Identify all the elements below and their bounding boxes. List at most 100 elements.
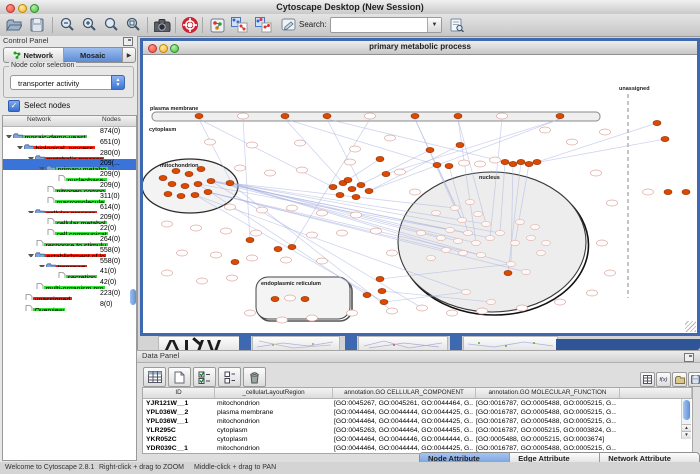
cell-cellular-component[interactable]: [GO:0045263, GO:0044464, GO:0044455, G..… — [331, 426, 473, 435]
tab-network[interactable]: Network — [4, 48, 64, 62]
tree-row-cell-communicat[interactable]: cell communicat22(0) — [3, 224, 136, 235]
gene-label-node[interactable] — [238, 113, 249, 119]
background-window-edge[interactable] — [450, 336, 462, 351]
cell-region[interactable]: mitochondrion — [214, 399, 331, 408]
gene-label-node[interactable] — [235, 165, 246, 171]
gene-node[interactable] — [363, 292, 371, 297]
gene-node[interactable] — [380, 299, 388, 304]
tree-row-nucleobase-[interactable]: nucleobase-209(0) — [3, 170, 136, 181]
gene-label-node[interactable] — [365, 113, 376, 119]
gene-node[interactable] — [164, 191, 172, 196]
gene-node[interactable] — [281, 113, 289, 118]
nucleus-gene-node[interactable] — [446, 227, 455, 232]
nucleus-gene-node[interactable] — [516, 219, 525, 224]
gene-label-node[interactable] — [337, 230, 348, 236]
nucleus-gene-node[interactable] — [432, 210, 441, 215]
cell-id[interactable]: YKR052C — [143, 435, 214, 444]
gene-node[interactable] — [329, 184, 337, 189]
table-row[interactable]: YPL036W__1mitochondrion[GO:0044464, GO:0… — [143, 417, 692, 426]
open-folder-icon[interactable] — [4, 16, 24, 34]
column-header-molecular-function[interactable]: annotation.GO MOLECULAR_FUNCTION — [476, 388, 620, 398]
gene-node[interactable] — [177, 193, 185, 198]
tree-row-metabolic-process[interactable]: metabolic process280(0) — [3, 149, 136, 160]
gene-label-node[interactable] — [497, 113, 508, 119]
cell-id[interactable]: YPL036W__1 — [143, 417, 214, 426]
plasma-membrane-region[interactable] — [152, 112, 600, 121]
gene-label-node[interactable] — [477, 308, 488, 314]
gene-node[interactable] — [454, 113, 462, 118]
gene-label-node[interactable] — [347, 310, 358, 316]
nucleus-gene-node[interactable] — [474, 211, 483, 216]
tab-mosaic[interactable]: Mosaic — [64, 48, 124, 62]
delete-attribute-icon[interactable] — [243, 367, 266, 387]
nucleus-gene-node[interactable] — [451, 205, 460, 210]
gene-label-node[interactable] — [287, 205, 298, 211]
nucleus-gene-node[interactable] — [522, 269, 531, 274]
gene-label-node[interactable] — [643, 189, 654, 195]
gene-label-node[interactable] — [447, 310, 458, 316]
gene-node[interactable] — [376, 276, 384, 281]
search-input[interactable]: ▼ — [330, 17, 442, 33]
gene-label-node[interactable] — [490, 157, 501, 163]
gene-node[interactable] — [195, 113, 203, 118]
gene-label-node[interactable] — [605, 270, 616, 276]
table-row[interactable]: YJR121W__1mitochondrion[GO:0045267, GO:0… — [143, 399, 692, 408]
layout-b-icon[interactable] — [253, 16, 273, 34]
nucleus-gene-node[interactable] — [477, 252, 486, 257]
import-attributes-icon[interactable] — [672, 372, 687, 387]
network-graph[interactable]: plasma membranecytoplasmmitochondrionnuc… — [143, 55, 697, 333]
gene-label-node[interactable] — [307, 232, 318, 238]
help-lifesaver-icon[interactable] — [180, 16, 200, 34]
gene-node[interactable] — [378, 288, 386, 293]
gene-label-node[interactable] — [540, 127, 551, 133]
cell-molecular-function[interactable]: [GO:0005488, GO:0005215, GO:0003674] — [473, 435, 616, 444]
tree-row-nitrogen-compo[interactable]: nitrogen compo209(0) — [3, 181, 136, 192]
search-dropdown-arrow-icon[interactable]: ▼ — [427, 18, 441, 32]
gene-label-node[interactable] — [245, 310, 256, 316]
background-window-edge[interactable] — [345, 336, 357, 351]
cell-region[interactable]: cytoplasm — [214, 435, 331, 444]
nucleus-gene-node[interactable] — [531, 224, 540, 229]
nucleus-gene-node[interactable] — [482, 221, 491, 226]
cell-molecular-function[interactable]: [GO:0016787, GO:0005488, GO:0005215, G..… — [473, 408, 616, 417]
column-header-id[interactable]: ID — [143, 388, 215, 398]
tree-row-cellular-metabol[interactable]: cellular metabol209(0) — [3, 213, 136, 224]
zoom-fit-icon[interactable] — [101, 16, 121, 34]
gene-node[interactable] — [172, 168, 180, 173]
nucleus-gene-node[interactable] — [537, 250, 546, 255]
gene-node[interactable] — [301, 296, 309, 301]
gene-node[interactable] — [181, 183, 189, 188]
gene-label-node[interactable] — [191, 225, 202, 231]
gene-label-node[interactable] — [600, 129, 611, 135]
nucleus-gene-node[interactable] — [462, 289, 471, 294]
gene-label-node[interactable] — [371, 228, 382, 234]
tree-row-unassigned[interactable]: unassigned223(0) — [3, 289, 136, 300]
tree-scrollbar[interactable] — [130, 127, 136, 457]
gene-node[interactable] — [509, 161, 517, 166]
table-row[interactable]: YLR295Ccytoplasm[GO:0045263, GO:0044464,… — [143, 426, 692, 435]
nucleus-gene-node[interactable] — [486, 235, 495, 240]
gene-label-node[interactable] — [205, 139, 216, 145]
gene-label-node[interactable] — [567, 139, 578, 145]
gene-node[interactable] — [456, 142, 464, 147]
gene-label-node[interactable] — [317, 210, 328, 216]
gene-node[interactable] — [288, 244, 296, 249]
gene-node[interactable] — [411, 113, 419, 118]
tree-row-primary-metabo[interactable]: primary metabo209(... — [3, 159, 136, 170]
table-row[interactable]: YKR052Ccytoplasm[GO:0044464, GO:0044446,… — [143, 435, 692, 444]
nucleus-gene-node[interactable] — [487, 299, 496, 304]
tree-row-cellular-process[interactable]: cellular process614(0) — [3, 203, 136, 214]
select-attributes-icon[interactable] — [193, 367, 216, 387]
layout-a-icon[interactable] — [229, 16, 249, 34]
gene-label-node[interactable] — [225, 204, 236, 210]
export-attributes-icon[interactable] — [688, 372, 700, 387]
cell-id[interactable]: YDR039C__1 — [143, 444, 214, 453]
nucleus-gene-node[interactable] — [417, 230, 426, 235]
scroll-down-arrow-icon[interactable]: ▼ — [682, 431, 691, 439]
network-canvas[interactable]: plasma membranecytoplasmmitochondrionnuc… — [143, 55, 697, 333]
gene-label-node[interactable] — [277, 317, 288, 323]
cell-region[interactable]: cytoplasm — [214, 426, 331, 435]
annotation-icon[interactable] — [278, 16, 298, 34]
gene-label-node[interactable] — [211, 252, 222, 258]
cell-cellular-component[interactable]: [GO:0044464, GO:0044444, GO:0044425, G..… — [331, 417, 473, 426]
